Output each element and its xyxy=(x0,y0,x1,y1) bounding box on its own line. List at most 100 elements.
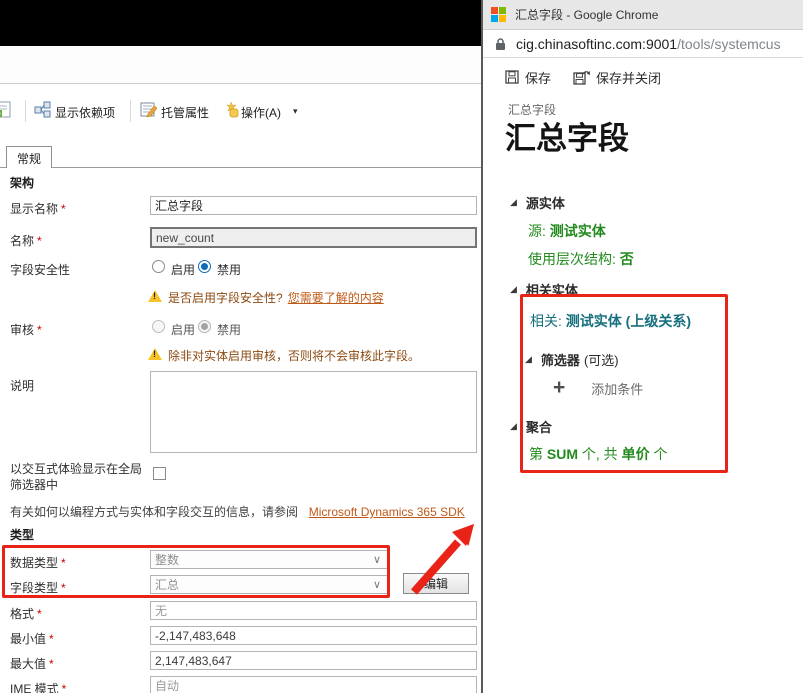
min-value-input[interactable]: -2,147,483,648 xyxy=(150,626,477,645)
hierarchy-state: 否 xyxy=(619,251,634,267)
tree-node-source-entity[interactable]: ◢ 源实体 xyxy=(510,193,565,212)
page-title: 汇总字段 xyxy=(505,121,629,156)
tree-node-related-entity[interactable]: ◢ 相关实体 xyxy=(510,280,578,299)
name-label: 名称 * xyxy=(10,232,42,249)
add-condition-label: 添加条件 xyxy=(591,381,644,397)
related-entity-value[interactable]: 相关: 测试实体 (上级关系) xyxy=(530,311,691,331)
label-text: 格式 xyxy=(10,607,35,621)
new-field-icon[interactable] xyxy=(0,101,11,118)
audit-label: 审核 * xyxy=(10,321,42,338)
agg-field: 单价 xyxy=(621,446,650,462)
label-text: 显示名称 xyxy=(10,202,59,216)
agg-function: SUM xyxy=(546,446,579,462)
dynamics-toolbar: 显示依赖项 托管属性 操作(A) ▾ xyxy=(0,46,481,122)
tree-node-label: 聚合 xyxy=(525,420,552,435)
aggregation-value[interactable]: 第 SUM 个, 共 单价 个 xyxy=(529,444,667,464)
agg-part3: 个 xyxy=(649,446,668,462)
schema-name-input[interactable]: new_count xyxy=(150,227,477,248)
required-asterisk: * xyxy=(37,607,42,621)
required-asterisk: * xyxy=(49,657,54,671)
audit-warning: 除非对实体启用审核，否则将不会审核此字段。 xyxy=(148,347,420,364)
save-and-close-icon xyxy=(573,70,591,85)
sdk-note: 有关如何以编程方式与实体和字段交互的信息，请参阅 Microsoft Dynam… xyxy=(10,503,465,520)
required-asterisk: * xyxy=(37,323,42,337)
show-dependencies-icon xyxy=(34,101,51,118)
save-label: 保存 xyxy=(525,70,552,86)
data-type-select[interactable]: 整数 ∨ xyxy=(150,550,388,569)
required-asterisk: * xyxy=(61,202,66,216)
tree-expanded-icon[interactable]: ◢ xyxy=(525,354,532,365)
warning-text: 除非对实体启用审核，否则将不会审核此字段。 xyxy=(168,349,421,363)
field-type-select[interactable]: 汇总 ∨ xyxy=(150,575,388,594)
chrome-titlebar[interactable]: 汇总字段 - Google Chrome xyxy=(483,0,803,30)
plus-icon: + xyxy=(553,376,566,399)
field-security-label: 字段安全性 xyxy=(10,263,71,277)
tree-expanded-icon[interactable]: ◢ xyxy=(510,421,517,432)
add-condition-button[interactable]: + 添加条件 xyxy=(553,376,643,400)
tree-expanded-icon[interactable]: ◢ xyxy=(510,197,517,208)
toolbar-separator xyxy=(130,100,131,122)
dropdown-caret-icon: ▾ xyxy=(293,106,298,116)
section-type-heading: 类型 xyxy=(10,528,35,542)
managed-properties-button[interactable]: 托管属性 xyxy=(161,104,209,121)
required-asterisk: * xyxy=(61,556,66,570)
field-security-enable-label[interactable]: 启用 xyxy=(171,261,195,278)
field-security-enable-radio[interactable] xyxy=(152,260,165,273)
tree-node-label: 相关实体 xyxy=(525,283,578,298)
lock-icon xyxy=(496,38,505,50)
actions-icon xyxy=(223,101,240,118)
label-text: IME 模式 xyxy=(10,682,59,693)
actions-menu-button[interactable]: 操作(A) xyxy=(241,104,281,121)
chrome-window-title: 汇总字段 - Google Chrome xyxy=(515,8,659,22)
description-textarea[interactable] xyxy=(150,371,477,453)
audit-enable-radio xyxy=(152,320,165,333)
url-text[interactable]: cig.chinasoftinc.com:9001/tools/systemcu… xyxy=(516,36,781,52)
learn-more-link[interactable]: 您需要了解的内容 xyxy=(288,289,384,306)
label-text: 数据类型 xyxy=(10,556,59,570)
audit-disable-label: 禁用 xyxy=(217,323,242,337)
save-button[interactable]: 保存 xyxy=(505,68,551,87)
tab-general[interactable]: 常规 xyxy=(6,146,53,168)
save-and-close-label: 保存并关闭 xyxy=(596,70,662,86)
field-type-label: 字段类型 * xyxy=(10,579,66,596)
tree-node-filter[interactable]: ◢ 筛选器 (可选) xyxy=(525,350,619,369)
chrome-urlbar[interactable]: cig.chinasoftinc.com:9001/tools/systemcu… xyxy=(483,31,803,58)
url-path: /tools/systemcus xyxy=(677,36,781,52)
max-value-input[interactable]: 2,147,483,647 xyxy=(150,651,477,670)
filter-optional-label: (可选) xyxy=(583,353,619,368)
label-text: 审核 xyxy=(10,323,35,337)
source-value: 测试实体 xyxy=(549,223,606,239)
field-security-warning: 是否启用字段安全性? 您需要了解的内容 xyxy=(148,289,384,306)
show-dependencies-button[interactable]: 显示依赖项 xyxy=(55,104,115,121)
microsoft-logo-icon xyxy=(491,7,506,22)
field-security-disable-label[interactable]: 禁用 xyxy=(217,261,241,278)
dynamics-field-editor: 显示依赖项 托管属性 操作(A) ▾ 常规 架构 显示名称 * 汇总字段 名称 * … xyxy=(0,0,481,693)
source-prefix: 源: xyxy=(528,223,550,239)
sdk-link[interactable]: Microsoft Dynamics 365 SDK xyxy=(309,505,465,519)
interactive-filter-label: 以交互式体验显示在全局筛选器中 xyxy=(10,462,143,493)
edit-button[interactable]: 编辑 xyxy=(403,573,469,594)
format-input: 无 xyxy=(150,601,477,620)
field-security-disable-radio[interactable] xyxy=(198,260,211,273)
save-and-close-button[interactable]: 保存并关闭 xyxy=(573,68,661,87)
warning-text: 是否启用字段安全性? xyxy=(168,291,283,305)
chrome-window: 汇总字段 - Google Chrome cig.chinasoftinc.co… xyxy=(481,0,803,693)
max-value-label: 最大值 * xyxy=(10,655,54,672)
source-entity-value[interactable]: 源: 测试实体 xyxy=(528,221,606,241)
toolbar-separator xyxy=(25,100,26,122)
hierarchy-prefix: 使用层次结构: xyxy=(528,251,620,267)
data-type-value: 整数 xyxy=(155,553,180,567)
tree-expanded-icon[interactable]: ◢ xyxy=(510,284,517,295)
required-asterisk: * xyxy=(49,632,54,646)
warning-icon xyxy=(148,290,162,302)
interactive-filter-checkbox[interactable] xyxy=(153,467,166,480)
hierarchy-value[interactable]: 使用层次结构: 否 xyxy=(528,249,634,269)
dynamics-titlebar xyxy=(0,0,481,46)
display-name-input[interactable]: 汇总字段 xyxy=(150,196,477,215)
label-text: 字段类型 xyxy=(10,581,59,595)
required-asterisk: * xyxy=(61,682,67,693)
display-name-label: 显示名称 * xyxy=(10,200,66,217)
rollup-command-bar: 保存 保存并关闭 xyxy=(483,62,803,92)
chevron-down-icon: ∨ xyxy=(372,579,381,591)
tree-node-aggregation[interactable]: ◢ 聚合 xyxy=(510,417,552,436)
